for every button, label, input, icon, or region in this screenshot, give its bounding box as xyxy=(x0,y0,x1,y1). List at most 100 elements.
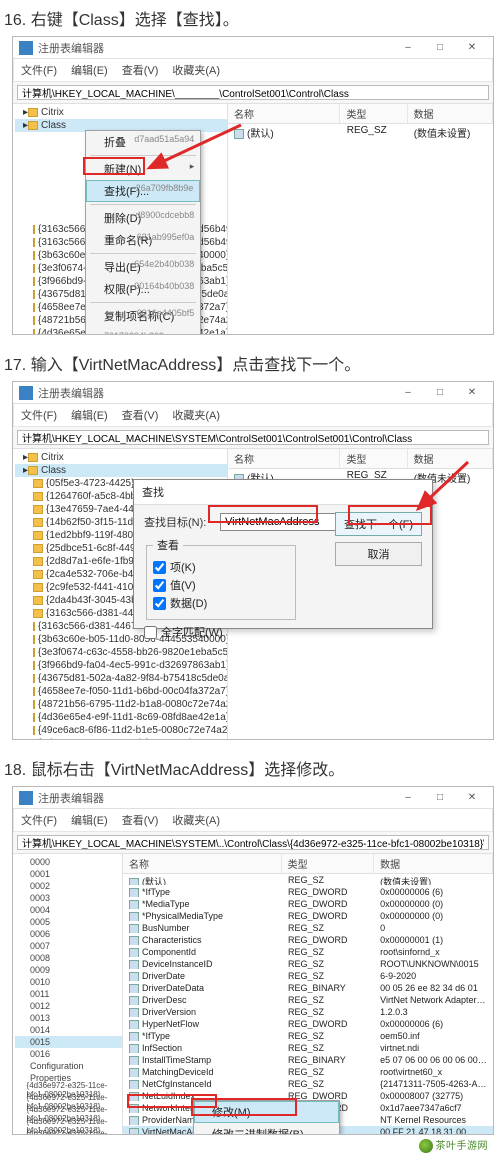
maximize-button[interactable]: □ xyxy=(425,39,455,57)
tree-item[interactable]: ▸ Class xyxy=(15,464,227,477)
list-row[interactable]: DriverDateREG_SZ6-9-2020 xyxy=(123,970,493,982)
col-type[interactable]: 类型 xyxy=(340,104,407,123)
menu-view[interactable]: 查看(V) xyxy=(122,62,159,78)
tree-item[interactable]: {3f966bd9-fa04-4ec5-991c-d32697863ab1} xyxy=(15,659,227,672)
menu-edit[interactable]: 编辑(E) xyxy=(71,812,108,828)
tree-item[interactable]: 0016 xyxy=(15,1048,122,1060)
menu-fav[interactable]: 收藏夹(A) xyxy=(172,812,220,828)
close-button[interactable]: ✕ xyxy=(457,384,487,402)
chk-data-box[interactable] xyxy=(153,597,166,610)
tree-item[interactable]: {4d36e65e4-e9f-11d1-8c69-08fd8ae42e1a} xyxy=(15,711,227,724)
list-row[interactable]: DriverVersionREG_SZ1.2.0.3 xyxy=(123,1006,493,1018)
list-row[interactable]: MatchingDeviceIdREG_SZroot\virtnet60_x xyxy=(123,1066,493,1078)
chk-data[interactable]: 数据(D) xyxy=(153,595,289,611)
menu-file[interactable]: 文件(F) xyxy=(21,812,57,828)
tree-item[interactable]: 0011 xyxy=(15,988,122,1000)
maximize-button[interactable]: □ xyxy=(425,789,455,807)
list-row[interactable]: DriverDescREG_SZVirtNet Network Adapter … xyxy=(123,994,493,1006)
tree-item[interactable]: 0012 xyxy=(15,1000,122,1012)
minimize-button[interactable]: – xyxy=(393,384,423,402)
chk-value[interactable]: 值(V) xyxy=(153,577,289,593)
list-row[interactable]: *PhysicalMediaTypeREG_DWORD0x00000000 (0… xyxy=(123,910,493,922)
tree-item[interactable]: {49ce6ac8-6f86-11d2-b1e5-0080c72e74a2} xyxy=(15,724,227,737)
menu-item[interactable]: 重命名(R)631ab995ef0a xyxy=(86,229,200,251)
tree-item[interactable]: 0003 xyxy=(15,892,122,904)
list-row[interactable]: CharacteristicsREG_DWORD0x00000001 (1) xyxy=(123,934,493,946)
col-name[interactable]: 名称 xyxy=(228,449,340,468)
menu-item[interactable]: 修改(M)... xyxy=(194,1101,339,1123)
list-row[interactable]: *IfTypeREG_SZoem50.inf xyxy=(123,1030,493,1042)
tree-item[interactable]: {43675d81-502a-4a82-9f84-b75418c5de0a} xyxy=(15,672,227,685)
tree-item[interactable]: 0000 xyxy=(15,856,122,868)
menu-item[interactable]: 复制项名称(C)6016e4405bf5 xyxy=(86,305,200,327)
tree-item[interactable]: ▸ Citrix xyxy=(15,451,227,464)
tree-item[interactable]: 0009 xyxy=(15,964,122,976)
tree-item[interactable]: 0014 xyxy=(15,1024,122,1036)
list-row[interactable]: HyperNetFlowREG_DWORD0x00000006 (6) xyxy=(123,1018,493,1030)
minimize-button[interactable]: – xyxy=(393,789,423,807)
tree-item[interactable]: 0010 xyxy=(15,976,122,988)
tree-item[interactable]: {4d36e965-e325-11ce-bfc1-08002be10318} xyxy=(15,737,227,739)
col-name[interactable]: 名称 xyxy=(228,104,340,123)
menu-edit[interactable]: 编辑(E) xyxy=(71,62,108,78)
tree-item[interactable]: {4658ee7e-f050-11d1-b6bd-00c04fa372a7} xyxy=(15,685,227,698)
address-input[interactable] xyxy=(17,430,489,445)
menu-fav[interactable]: 收藏夹(A) xyxy=(172,62,220,78)
find-dialog[interactable]: 查找 查找目标(N): 查看 项(K) 值(V) 数据(D) 全字匹配(W) 查… xyxy=(133,479,433,629)
list-row[interactable]: (默认)REG_SZ(数值未设置) xyxy=(123,874,493,886)
list-row[interactable]: InstallTimeStampREG_BINARYe5 07 06 00 06… xyxy=(123,1054,493,1066)
list-row[interactable]: *MediaTypeREG_DWORD0x00000000 (0) xyxy=(123,898,493,910)
col-data[interactable]: 数据 xyxy=(408,104,493,123)
menu-item[interactable]: 76176204b203 xyxy=(86,327,200,334)
col-data[interactable]: 数据 xyxy=(374,854,493,873)
tree-item[interactable]: ▸ Citrix xyxy=(15,106,227,119)
col-type[interactable]: 类型 xyxy=(282,854,374,873)
tree-item[interactable]: 0002 xyxy=(15,880,122,892)
menu-edit[interactable]: 编辑(E) xyxy=(71,407,108,423)
close-button[interactable]: ✕ xyxy=(457,789,487,807)
menu-item[interactable]: 查找(F)...26a709fb8b9e xyxy=(86,180,200,202)
menu-view[interactable]: 查看(V) xyxy=(122,407,159,423)
cancel-button[interactable]: 取消 xyxy=(335,542,422,566)
list-row[interactable]: *IfTypeREG_DWORD0x00000006 (6) xyxy=(123,886,493,898)
tree-item[interactable]: 0006 xyxy=(15,928,122,940)
context-menu[interactable]: 折叠d7aad51a5a94 新建(N)查找(F)...26a709fb8b9e 删… xyxy=(85,130,201,334)
list-row[interactable]: DriverDateDataREG_BINARY00 05 26 ee 82 3… xyxy=(123,982,493,994)
menu-item[interactable]: 导出(E)654e2b40b038 xyxy=(86,256,200,278)
tree-item[interactable]: 0008 xyxy=(15,952,122,964)
menu-item-new[interactable]: 新建(N) xyxy=(86,158,200,180)
list-pane[interactable]: 名称 类型 数据 (默认)REG_SZ(数值未设置)*IfTypeREG_DWO… xyxy=(123,854,493,1134)
menu-file[interactable]: 文件(F) xyxy=(21,407,57,423)
tree-item[interactable]: 0007 xyxy=(15,940,122,952)
col-name[interactable]: 名称 xyxy=(123,854,282,873)
chk-whole[interactable]: 全字匹配(W) xyxy=(144,624,422,640)
maximize-button[interactable]: □ xyxy=(425,384,455,402)
address-input[interactable] xyxy=(17,85,489,100)
tree-item[interactable]: Configuration xyxy=(15,1060,122,1072)
chk-key[interactable]: 项(K) xyxy=(153,559,289,575)
menu-item[interactable]: 权限(P)...00164b40b038 xyxy=(86,278,200,300)
col-data[interactable]: 数据 xyxy=(408,449,493,468)
list-row[interactable]: (默认) REG_SZ (数值未设置) xyxy=(228,124,493,141)
tree-item[interactable]: 0001 xyxy=(15,868,122,880)
list-row[interactable]: BusNumberREG_SZ0 xyxy=(123,922,493,934)
menu-item[interactable]: 删除(D)d8900cdcebb8 xyxy=(86,207,200,229)
address-input[interactable] xyxy=(17,835,489,850)
chk-whole-box[interactable] xyxy=(144,626,157,639)
close-button[interactable]: ✕ xyxy=(457,39,487,57)
menu-item[interactable]: 修改二进制数据(B)... xyxy=(194,1123,339,1134)
menu-file[interactable]: 文件(F) xyxy=(21,62,57,78)
tree-item[interactable]: {48721b56-6795-11d2-b1a8-0080c72e74a2} xyxy=(15,698,227,711)
tree-item[interactable]: 0013 xyxy=(15,1012,122,1024)
list-row[interactable]: NetCfgInstanceIdREG_SZ{21471311-7505-426… xyxy=(123,1078,493,1090)
tree-item[interactable]: {4d36e972-e325-11ce-bfc1-08002be10318} xyxy=(15,1132,122,1134)
tree-pane[interactable]: 0000000100020003000400050006000700080009… xyxy=(13,854,123,1134)
find-next-button[interactable]: 查找下一个(F) xyxy=(335,512,422,536)
col-type[interactable]: 类型 xyxy=(340,449,407,468)
chk-key-box[interactable] xyxy=(153,561,166,574)
menu-item[interactable]: 折叠d7aad51a5a94 xyxy=(86,131,200,153)
list-row[interactable]: InfSectionREG_SZvirtnet.ndi xyxy=(123,1042,493,1054)
menu-view[interactable]: 查看(V) xyxy=(122,812,159,828)
list-row[interactable]: DeviceInstanceIDREG_SZROOT\UNKNOWN\0015 xyxy=(123,958,493,970)
chk-value-box[interactable] xyxy=(153,579,166,592)
